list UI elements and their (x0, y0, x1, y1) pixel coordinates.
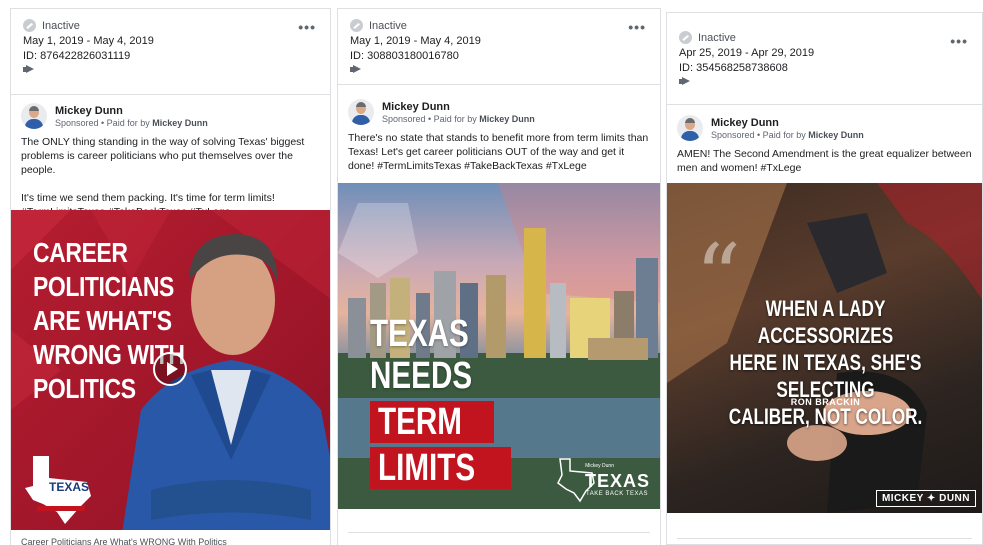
ad-id: ID: 876422826031119 (23, 50, 131, 62)
sponsored-label: Sponsored • Paid for by (711, 129, 806, 140)
sponsored-line: Sponsored • Paid for by Mickey Dunn (382, 114, 535, 124)
date-range: May 1, 2019 - May 4, 2019 (350, 35, 481, 47)
texas-logo: Mickey Dunn TEXAS TAKE BACK TEXAS (554, 453, 654, 503)
ad-id: ID: 354568258738608 (679, 62, 788, 74)
post-text: AMEN! The Second Amendment is the great … (667, 145, 982, 181)
author-name[interactable]: Mickey Dunn (55, 105, 208, 117)
status-row: Inactive (23, 19, 318, 32)
paid-by-name: Mickey Dunn (152, 117, 208, 128)
avatar[interactable] (21, 103, 47, 129)
brand-logo: MICKEY ✦ DUNN (875, 490, 976, 507)
ad-id: ID: 308803180016780 (350, 50, 459, 62)
sponsored-line: Sponsored • Paid for by Mickey Dunn (711, 130, 864, 140)
inactive-status-icon (23, 19, 36, 32)
megaphone-icon (679, 77, 691, 86)
megaphone-icon (350, 65, 362, 74)
logo-text: TEXAS (48, 480, 89, 494)
inactive-status-icon (350, 19, 363, 32)
status-label: Inactive (369, 19, 407, 32)
date-range: May 1, 2019 - May 4, 2019 (23, 35, 154, 47)
headline-highlight-box: LIMITS (370, 447, 511, 489)
post-text: There's no state that stands to benefit … (338, 129, 660, 179)
status-label: Inactive (42, 19, 80, 32)
ad-card-2: Inactive May 1, 2019 - May 4, 2019 ID: 3… (337, 8, 661, 545)
ad-header: Inactive Apr 25, 2019 - Apr 29, 2019 ID:… (667, 13, 982, 105)
logo-subtext: TAKE BACK TEXAS (586, 491, 648, 497)
ad-card-1: Inactive May 1, 2019 - May 4, 2019 ID: 8… (10, 8, 331, 545)
date-range: Apr 25, 2019 - Apr 29, 2019 (679, 47, 815, 59)
headline-line: TEXAS (370, 313, 469, 355)
post-header: Mickey Dunn Sponsored • Paid for by Mick… (667, 105, 982, 145)
quote-author: RON BRACKIN (790, 397, 861, 407)
sponsored-line: Sponsored • Paid for by Mickey Dunn (55, 118, 208, 128)
megaphone-icon (23, 65, 35, 74)
status-row: Inactive (679, 31, 970, 44)
paid-by-name: Mickey Dunn (479, 113, 535, 124)
post-header: Mickey Dunn Sponsored • Paid for by Mick… (338, 85, 660, 129)
paid-by-name: Mickey Dunn (808, 129, 864, 140)
ad-creative-image[interactable]: “ WHEN A LADY ACCESSORIZES HERE IN TEXAS… (667, 183, 982, 513)
ad-header: Inactive May 1, 2019 - May 4, 2019 ID: 3… (338, 9, 660, 85)
inactive-status-icon (679, 31, 692, 44)
divider (677, 538, 972, 539)
ad-header: Inactive May 1, 2019 - May 4, 2019 ID: 8… (11, 9, 330, 95)
ad-card-3: Inactive Apr 25, 2019 - Apr 29, 2019 ID:… (666, 12, 983, 545)
logo-small-text: Mickey Dunn (585, 463, 614, 469)
sponsored-label: Sponsored • Paid for by (382, 113, 477, 124)
avatar[interactable] (348, 99, 374, 125)
ad-creative-image[interactable]: TEXAS NEEDS TERM LIMITS Mickey Dunn TEXA… (338, 183, 660, 509)
more-options-button[interactable]: ••• (298, 19, 316, 35)
logo-text: TEXAS (584, 471, 650, 491)
author-name[interactable]: Mickey Dunn (711, 117, 864, 129)
headline-line: NEEDS (370, 355, 473, 397)
play-video-button[interactable] (153, 352, 187, 386)
sponsored-label: Sponsored • Paid for by (55, 117, 150, 128)
headline-highlight-box: TERM (370, 401, 494, 443)
divider (348, 532, 650, 533)
author-name[interactable]: Mickey Dunn (382, 101, 535, 113)
post-text-paragraph: AMEN! The Second Amendment is the great … (677, 148, 972, 174)
avatar[interactable] (677, 115, 703, 141)
headline-line: LIMITS (378, 447, 476, 489)
more-options-button[interactable]: ••• (950, 33, 968, 49)
quote-text: WHEN A LADY ACCESSORIZES HERE IN TEXAS, … (728, 296, 923, 429)
status-label: Inactive (698, 31, 736, 44)
creative-caption[interactable]: Career Politicians Are What's WRONG With… (21, 537, 227, 545)
creative-headline: TEXAS NEEDS TERM LIMITS (370, 313, 511, 489)
post-text-paragraph: The ONLY thing standing in the way of so… (21, 136, 305, 176)
headline-line: TERM (378, 401, 462, 443)
post-text-paragraph: There's no state that stands to benefit … (348, 132, 649, 172)
post-header: Mickey Dunn Sponsored • Paid for by Mick… (11, 95, 330, 133)
more-options-button[interactable]: ••• (628, 19, 646, 35)
status-row: Inactive (350, 19, 648, 32)
ad-creative-image[interactable]: CAREER POLITICIANS ARE WHAT'S WRONG WITH… (11, 210, 330, 530)
texas-logo: TEXAS (19, 448, 103, 528)
